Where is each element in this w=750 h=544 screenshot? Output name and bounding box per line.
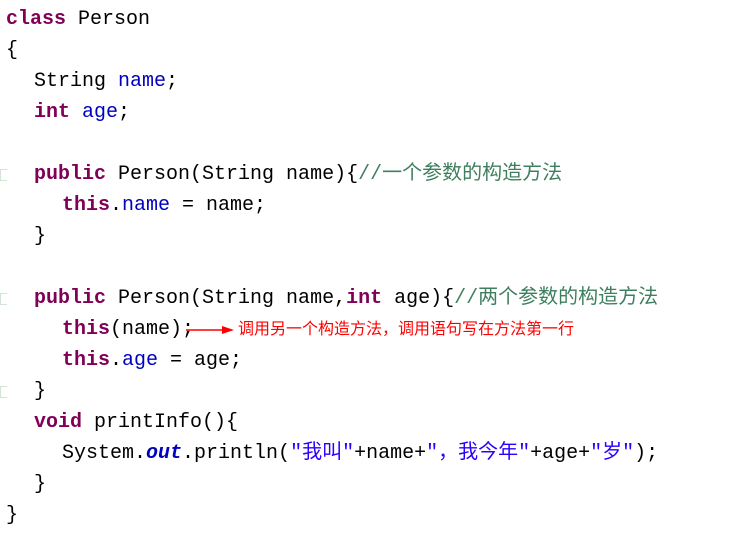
gutter-marker-icon xyxy=(0,169,7,181)
constructor-sig: Person(String name){ xyxy=(118,163,358,186)
blank-line xyxy=(6,252,744,283)
code-line-15: System.out.println("我叫"+name+"，我今年"+age+… xyxy=(6,438,744,469)
type-string: String xyxy=(34,70,106,93)
code-line-1: class Person xyxy=(6,4,744,35)
keyword-this: this xyxy=(62,318,110,341)
code-line-17: } xyxy=(6,500,744,531)
code-line-14: void printInfo(){ xyxy=(6,407,744,438)
class-name: Person xyxy=(78,8,150,31)
keyword-int: int xyxy=(34,101,70,124)
code-line-6: public Person(String name){//一个参数的构造方法 xyxy=(6,159,744,190)
gutter-marker-icon xyxy=(0,293,7,305)
code-line-12: this.age = age; xyxy=(6,345,744,376)
code-line-11: this(name); 调用另一个构造方法，调用语句写在方法第一行 xyxy=(6,314,744,345)
keyword-public: public xyxy=(34,163,106,186)
field-age: age xyxy=(82,101,118,124)
code-line-4: int age; xyxy=(6,97,744,128)
keyword-int: int xyxy=(346,287,382,310)
gutter-marker-icon xyxy=(0,386,7,398)
code-line-7: this.name = name; xyxy=(6,190,744,221)
code-line-3: String name; xyxy=(6,66,744,97)
keyword-class: class xyxy=(6,8,66,31)
annotation-text: 调用另一个构造方法，调用语句写在方法第一行 xyxy=(238,318,574,343)
code-line-2: { xyxy=(6,35,744,66)
keyword-void: void xyxy=(34,411,82,434)
code-line-10: public Person(String name,int age){//两个参… xyxy=(6,283,744,314)
field-name: name xyxy=(118,70,166,93)
arrow-icon xyxy=(186,324,234,336)
keyword-public: public xyxy=(34,287,106,310)
code-line-16: } xyxy=(6,469,744,500)
blank-line xyxy=(6,128,744,159)
code-line-13: } xyxy=(6,376,744,407)
comment-one-param: //一个参数的构造方法 xyxy=(358,163,562,186)
code-line-8: } xyxy=(6,221,744,252)
comment-two-param: //两个参数的构造方法 xyxy=(454,287,658,310)
keyword-this: this xyxy=(62,194,110,217)
static-field-out: out xyxy=(146,442,182,465)
keyword-this: this xyxy=(62,349,110,372)
